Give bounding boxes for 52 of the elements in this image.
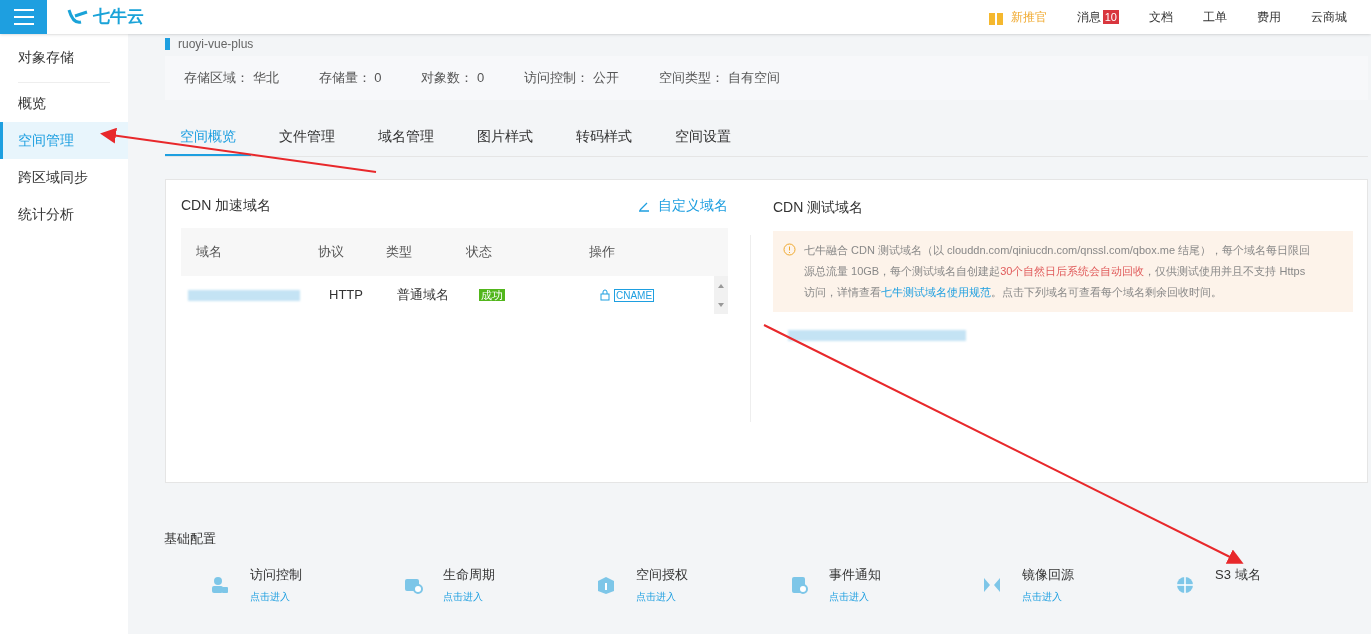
bucket-marker xyxy=(165,38,170,50)
nav-link[interactable]: 云商城 xyxy=(1311,8,1347,26)
info-field: 存储区域： 华北 xyxy=(184,68,279,88)
tab[interactable]: 空间设置 xyxy=(660,119,746,156)
document-icon xyxy=(789,574,809,595)
menu-button[interactable] xyxy=(0,0,47,34)
tab[interactable]: 文件管理 xyxy=(264,119,350,156)
config-title: 空间授权 xyxy=(636,565,688,584)
card-title: CDN 测试域名 xyxy=(773,199,864,215)
notice-text: 七牛融合 CDN 测试域名（以 clouddn.com/qiniucdn.com/qnssl.com/qbox.me 结尾），每个域名每日限回源总流量 10GB，每个测试域名自创建起30个自然日后系统会自动回收，仅供测试使用并且不支持 Https 访问，详情查看七牛测试域名使用规范。点击下列域名可查看每个域名剩余回收时间。 xyxy=(804,243,1312,300)
scroll-up-icon[interactable] xyxy=(718,283,724,288)
info-field: 访问控制： 公开 xyxy=(524,68,619,88)
card-title: CDN 加速域名 xyxy=(181,196,272,215)
info-field: 存储量： 0 xyxy=(318,68,382,88)
tab[interactable]: 图片样式 xyxy=(462,119,548,156)
nav-link[interactable]: 文档 xyxy=(1149,8,1173,26)
config-title: 访问控制 xyxy=(250,565,302,584)
info-field: 对象数： 0 xyxy=(421,68,485,88)
nav-link[interactable]: 工单 xyxy=(1203,8,1227,26)
config-title: 镜像回源 xyxy=(1022,565,1074,584)
column-header: 类型 xyxy=(386,243,413,262)
column-header: 域名 xyxy=(195,243,223,262)
count-badge: 10 xyxy=(1102,10,1119,24)
nav-link[interactable]: 费用 xyxy=(1257,8,1281,26)
scroll-down-icon[interactable] xyxy=(718,302,724,307)
column-header: 协议 xyxy=(318,243,345,262)
tab[interactable]: 域名管理 xyxy=(363,119,449,156)
menu-icon xyxy=(13,9,34,25)
config-title: 生命周期 xyxy=(443,565,495,584)
config-title: 事件通知 xyxy=(829,565,881,584)
section-title: 基础配置 xyxy=(164,531,216,546)
tab[interactable]: 转码样式 xyxy=(561,119,647,156)
warning-icon xyxy=(783,243,796,256)
globe-icon xyxy=(1175,574,1195,595)
sidebar-item[interactable]: 跨区域同步 xyxy=(0,159,128,196)
sidebar-item[interactable]: 概览 xyxy=(0,85,128,122)
table-cell-text: 普通域名 xyxy=(397,286,450,305)
nav-link[interactable]: 消息 10 xyxy=(1076,8,1119,26)
column-header: 状态 xyxy=(466,243,493,262)
status-badge: 成功 xyxy=(479,289,505,302)
logo-text: 七牛云 xyxy=(93,6,144,29)
lock-icon xyxy=(600,289,610,301)
config-title: S3 域名 xyxy=(1215,565,1261,584)
sidebar-section-title: 对象存储 xyxy=(18,49,74,65)
scrollbar[interactable] xyxy=(714,276,728,314)
bucket-name: ruoyi-vue-plus xyxy=(178,36,254,53)
sidebar-item[interactable]: 统计分析 xyxy=(0,196,128,233)
logo-icon xyxy=(67,8,89,26)
info-field: 空间类型： 自有空间 xyxy=(658,68,780,88)
user-icon xyxy=(210,574,230,595)
table-cell-text: HTTP xyxy=(329,286,364,305)
column-header: 操作 xyxy=(589,243,616,262)
